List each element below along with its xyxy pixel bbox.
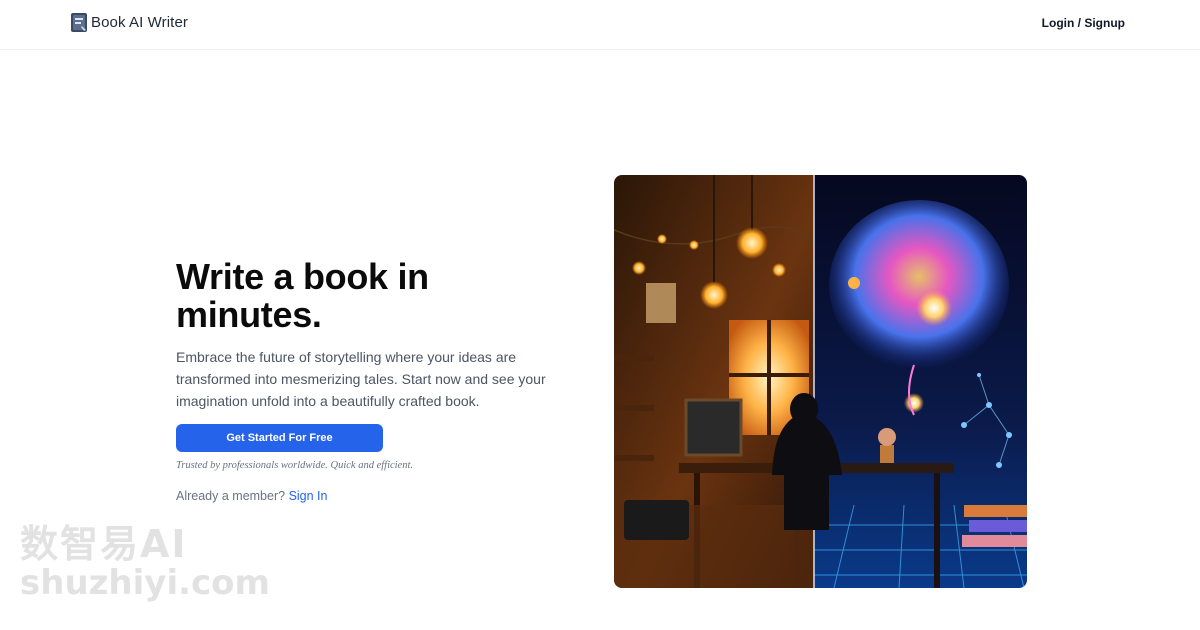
trust-text: Trusted by professionals worldwide. Quic…: [176, 460, 414, 471]
member-prompt: Already a member?: [176, 489, 286, 503]
writer-brain-illustration: [614, 175, 1027, 588]
sign-in-link[interactable]: Sign In: [289, 489, 328, 503]
hero-title: Write a book in minutes.: [176, 256, 429, 335]
hero-content: Write a book in minutes. Embrace the fut…: [176, 258, 556, 412]
hero-illustration: [614, 175, 1027, 588]
hero-description: Embrace the future of storytelling where…: [176, 349, 546, 409]
login-signup-link[interactable]: Login / Signup: [1042, 16, 1125, 30]
brand-link[interactable]: Book AI Writer: [70, 11, 188, 33]
book-logo-icon: [71, 13, 87, 32]
top-navbar: Book AI Writer Login / Signup: [0, 0, 1200, 50]
member-prompt-row: Already a member? Sign In: [176, 489, 327, 503]
brand-name: Book AI Writer: [91, 13, 188, 31]
watermark: 数智易AI shuzhiyi.com: [20, 524, 270, 602]
get-started-button[interactable]: Get Started For Free: [176, 424, 383, 452]
watermark-line-2: shuzhiyi.com: [20, 563, 270, 603]
watermark-line-1: 数智易AI: [20, 522, 188, 566]
